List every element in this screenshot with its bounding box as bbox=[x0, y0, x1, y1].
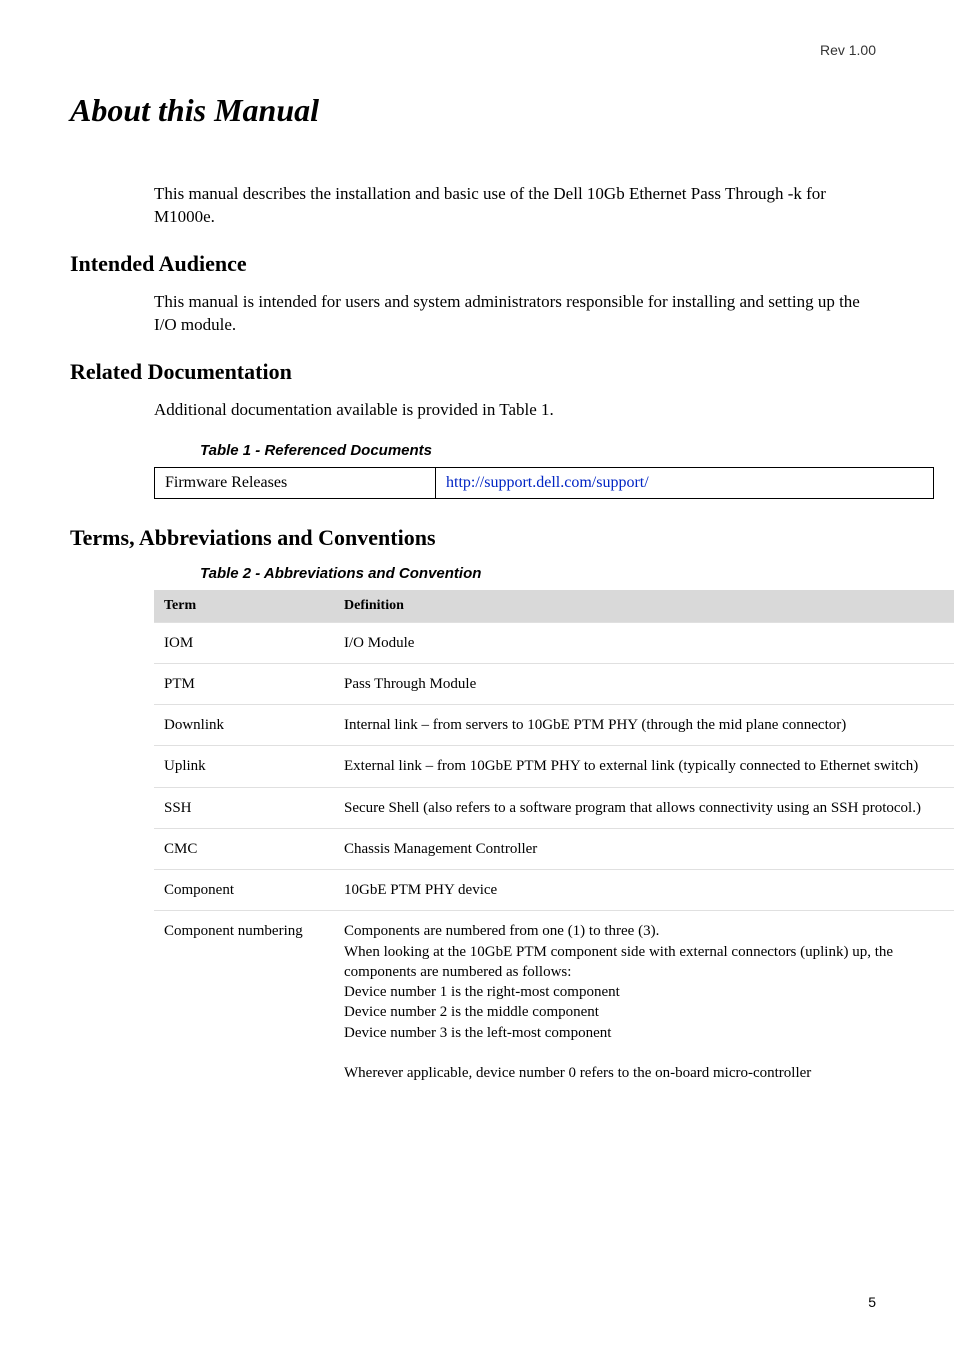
definition-cell: Pass Through Module bbox=[334, 663, 954, 704]
ref-doc-link-cell: http://support.dell.com/support/ bbox=[436, 467, 934, 498]
table1-caption: Table 1 - Referenced Documents bbox=[200, 442, 884, 459]
definition-cell: Secure Shell (also refers to a software … bbox=[334, 787, 954, 828]
table-row: Component numbering Components are numbe… bbox=[154, 911, 954, 1094]
revision-label: Rev 1.00 bbox=[820, 42, 876, 58]
table-row: Firmware Releases http://support.dell.co… bbox=[155, 467, 934, 498]
definition-cell: Chassis Management Controller bbox=[334, 828, 954, 869]
definition-cell: Internal link – from servers to 10GbE PT… bbox=[334, 705, 954, 746]
table-row: IOM I/O Module bbox=[154, 622, 954, 663]
def-line: Device number 3 is the left-most compone… bbox=[344, 1025, 611, 1041]
def-line: Components are numbered from one (1) to … bbox=[344, 923, 659, 939]
term-cell: CMC bbox=[154, 828, 334, 869]
table-row: PTM Pass Through Module bbox=[154, 663, 954, 704]
audience-paragraph: This manual is intended for users and sy… bbox=[154, 291, 884, 337]
table2-caption: Table 2 - Abbreviations and Convention bbox=[200, 565, 884, 582]
definition-header: Definition bbox=[334, 590, 954, 623]
definition-cell: Components are numbered from one (1) to … bbox=[334, 911, 954, 1094]
def-line: Wherever applicable, device number 0 ref… bbox=[344, 1065, 811, 1081]
intro-paragraph: This manual describes the installation a… bbox=[154, 183, 884, 229]
section-heading-audience: Intended Audience bbox=[70, 251, 884, 277]
term-cell: SSH bbox=[154, 787, 334, 828]
abbreviations-table: Term Definition IOM I/O Module PTM Pass … bbox=[154, 590, 954, 1094]
term-cell: Component numbering bbox=[154, 911, 334, 1094]
firmware-releases-link[interactable]: http://support.dell.com/support/ bbox=[446, 474, 649, 491]
table-row: Component 10GbE PTM PHY device bbox=[154, 870, 954, 911]
ref-doc-name: Firmware Releases bbox=[155, 467, 436, 498]
definition-cell: 10GbE PTM PHY device bbox=[334, 870, 954, 911]
table-row: SSH Secure Shell (also refers to a softw… bbox=[154, 787, 954, 828]
term-cell: PTM bbox=[154, 663, 334, 704]
def-line: Device number 2 is the middle component bbox=[344, 1004, 599, 1020]
section-heading-related: Related Documentation bbox=[70, 359, 884, 385]
definition-cell: I/O Module bbox=[334, 622, 954, 663]
table-row: Downlink Internal link – from servers to… bbox=[154, 705, 954, 746]
page-title: About this Manual bbox=[70, 92, 884, 129]
related-paragraph: Additional documentation available is pr… bbox=[154, 399, 884, 422]
term-cell: IOM bbox=[154, 622, 334, 663]
table-row: CMC Chassis Management Controller bbox=[154, 828, 954, 869]
term-cell: Uplink bbox=[154, 746, 334, 787]
referenced-documents-table: Firmware Releases http://support.dell.co… bbox=[154, 467, 934, 499]
section-heading-terms: Terms, Abbreviations and Conventions bbox=[70, 525, 884, 551]
def-line: Device number 1 is the right-most compon… bbox=[344, 984, 620, 1000]
definition-cell: External link – from 10GbE PTM PHY to ex… bbox=[334, 746, 954, 787]
term-cell: Component bbox=[154, 870, 334, 911]
def-line: When looking at the 10GbE PTM component … bbox=[344, 944, 893, 980]
term-header: Term bbox=[154, 590, 334, 623]
page-number: 5 bbox=[868, 1294, 876, 1310]
table-row: Uplink External link – from 10GbE PTM PH… bbox=[154, 746, 954, 787]
term-cell: Downlink bbox=[154, 705, 334, 746]
table-header-row: Term Definition bbox=[154, 590, 954, 623]
